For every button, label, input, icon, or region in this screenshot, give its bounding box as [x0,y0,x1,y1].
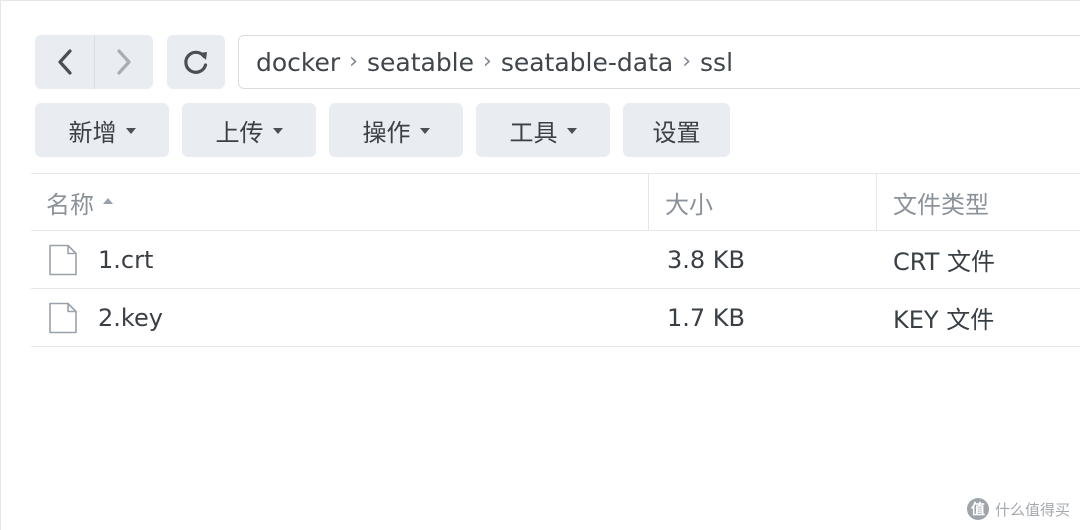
file-size-cell: 3.8 KB [667,245,745,274]
breadcrumb-segment-seatable[interactable]: seatable [367,48,474,77]
file-browser-window: docker › seatable › seatable-data › ssl … [0,0,1080,530]
column-header-name[interactable]: 名称 [31,174,649,230]
settings-button[interactable]: 设置 [623,103,730,157]
sort-ascending-icon [103,198,113,204]
watermark: 值 什么值得买 [966,498,1070,520]
refresh-icon [184,50,208,74]
watermark-text: 什么值得买 [994,500,1070,519]
history-nav-group [35,35,153,89]
file-toolbar: 新增 上传 操作 工具 设置 [35,103,743,157]
column-header-type[interactable]: 文件类型 [877,174,1080,230]
new-menu-label: 新增 [68,118,117,147]
file-name-cell: 1.crt [31,231,649,288]
file-size-cell: 1.7 KB [667,303,745,332]
column-header-size-label: 大小 [665,190,713,219]
file-icon [49,302,77,333]
tools-menu-label: 工具 [509,118,558,147]
new-menu-button[interactable]: 新增 [35,103,169,157]
column-header-size[interactable]: 大小 [649,174,877,230]
file-name-cell: 2.key [31,289,649,346]
breadcrumb-separator: › [682,48,692,74]
file-type-cell: CRT 文件 [893,248,995,276]
caret-down-icon [566,128,577,134]
action-menu-label: 操作 [362,118,411,147]
breadcrumb-separator: › [349,48,358,74]
table-row[interactable]: 2.key 1.7 KB KEY 文件 [31,289,1080,347]
settings-label: 设置 [652,118,701,147]
breadcrumb-segment-docker[interactable]: docker [256,48,340,77]
refresh-button[interactable] [167,35,225,89]
table-row[interactable]: 1.crt 3.8 KB CRT 文件 [31,231,1080,289]
file-name: 2.key [98,303,163,332]
file-icon [49,244,77,275]
file-type-cell: KEY 文件 [893,306,995,334]
upload-menu-button[interactable]: 上传 [182,103,316,157]
breadcrumb-segment-seatable-data[interactable]: seatable-data [501,48,673,77]
column-header-name-label: 名称 [46,190,94,219]
caret-down-icon [125,128,136,134]
caret-down-icon [419,128,430,134]
column-header-type-label: 文件类型 [893,190,989,219]
watermark-logo: 值 [966,498,989,520]
breadcrumb-separator: › [483,48,492,74]
forward-button[interactable] [94,35,153,89]
path-breadcrumb[interactable]: docker › seatable › seatable-data › ssl [238,35,1080,89]
table-header: 名称 大小 文件类型 [31,173,1080,231]
action-menu-button[interactable]: 操作 [329,103,463,157]
tools-menu-button[interactable]: 工具 [476,103,610,157]
chevron-left-icon [57,49,72,75]
file-name: 1.crt [98,245,154,274]
caret-down-icon [272,128,283,134]
chevron-right-icon [117,49,131,75]
upload-menu-label: 上传 [215,118,264,147]
back-button[interactable] [35,35,94,89]
breadcrumb-segment-ssl[interactable]: ssl [700,48,733,77]
file-list-table: 名称 大小 文件类型 1.crt 3.8 KB CRT 文件 2.key 1.7… [31,173,1080,347]
